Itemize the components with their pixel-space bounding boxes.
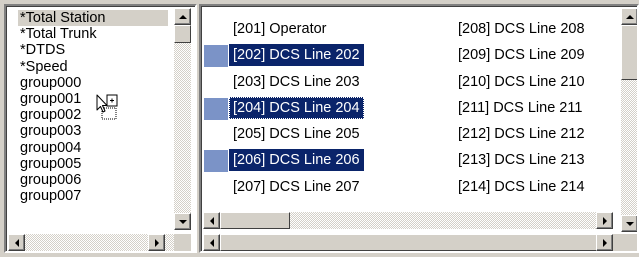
list-item[interactable]: [208] DCS Line 208 bbox=[454, 16, 624, 42]
arrow-up-icon bbox=[625, 14, 634, 19]
arrow-left-icon bbox=[14, 238, 19, 247]
arrow-down-icon bbox=[178, 219, 187, 224]
arrow-up-icon bbox=[178, 14, 187, 19]
list-item[interactable]: [212] DCS Line 212 bbox=[454, 121, 624, 147]
group-list[interactable]: *Total Station *Total Trunk *DTDS *Speed… bbox=[18, 10, 168, 232]
left-horizontal-scrollbar[interactable] bbox=[8, 234, 174, 251]
list-item[interactable]: [206] DCS Line 206 bbox=[204, 147, 399, 173]
scroll-up-button[interactable] bbox=[621, 8, 637, 25]
selection-marker bbox=[204, 97, 228, 120]
list-item[interactable]: group000 bbox=[18, 75, 168, 91]
list-item[interactable]: *Speed bbox=[18, 59, 168, 75]
scroll-left-button[interactable] bbox=[203, 212, 220, 229]
arrow-right-icon bbox=[602, 238, 607, 247]
scrollbar-corner bbox=[613, 234, 637, 251]
list-item[interactable]: [203] DCS Line 203 bbox=[229, 69, 399, 95]
list-column: [201] Operator [202] DCS Line 202 [203] … bbox=[204, 16, 399, 200]
scroll-right-button[interactable] bbox=[148, 234, 165, 251]
list-item[interactable]: group002 bbox=[18, 107, 168, 123]
arrow-right-icon bbox=[154, 238, 159, 247]
list-item[interactable]: [204] DCS Line 204 bbox=[204, 95, 399, 121]
scroll-thumb[interactable] bbox=[220, 234, 600, 251]
scroll-thumb[interactable] bbox=[174, 25, 191, 43]
panel-horizontal-scrollbar[interactable] bbox=[203, 234, 613, 251]
scroll-left-button[interactable] bbox=[203, 234, 220, 251]
list-horizontal-scrollbar[interactable] bbox=[203, 212, 613, 229]
arrow-right-icon bbox=[602, 216, 607, 225]
selection-marker bbox=[204, 150, 228, 173]
right-vertical-scrollbar[interactable] bbox=[621, 8, 637, 232]
list-item[interactable]: [210] DCS Line 210 bbox=[454, 69, 624, 95]
scroll-left-button[interactable] bbox=[8, 234, 25, 251]
arrow-left-icon bbox=[209, 238, 214, 247]
list-item[interactable]: *Total Trunk bbox=[18, 26, 168, 42]
list-item[interactable]: [209] DCS Line 209 bbox=[454, 42, 624, 68]
scrollbar-corner bbox=[174, 234, 191, 251]
scroll-down-button[interactable] bbox=[174, 213, 191, 230]
list-column: [208] DCS Line 208 [209] DCS Line 209 [2… bbox=[454, 16, 624, 200]
scroll-right-button[interactable] bbox=[596, 212, 613, 229]
list-item[interactable]: group004 bbox=[18, 140, 168, 156]
station-list[interactable]: [201] Operator [202] DCS Line 202 [203] … bbox=[201, 6, 621, 231]
scroll-down-button[interactable] bbox=[621, 215, 637, 232]
scroll-thumb[interactable] bbox=[220, 212, 290, 229]
list-item[interactable]: group007 bbox=[18, 188, 168, 204]
arrow-left-icon bbox=[209, 216, 214, 225]
list-item[interactable]: [211] DCS Line 211 bbox=[454, 95, 624, 121]
scroll-up-button[interactable] bbox=[174, 8, 191, 25]
list-item[interactable]: [207] DCS Line 207 bbox=[229, 174, 399, 200]
list-item[interactable]: [213] DCS Line 213 bbox=[454, 147, 624, 173]
drag-copy-cursor-icon bbox=[96, 94, 118, 120]
list-item[interactable]: *DTDS bbox=[18, 42, 168, 58]
list-item[interactable]: *Total Station bbox=[18, 10, 168, 27]
group-list-panel[interactable]: *Total Station *Total Trunk *DTDS *Speed… bbox=[4, 4, 197, 253]
scroll-thumb[interactable] bbox=[621, 25, 637, 80]
list-item[interactable]: [214] DCS Line 214 bbox=[454, 174, 624, 200]
arrow-down-icon bbox=[625, 221, 634, 226]
selection-marker bbox=[204, 45, 228, 68]
list-item[interactable]: group003 bbox=[18, 123, 168, 139]
scroll-right-button[interactable] bbox=[596, 234, 613, 251]
station-list-panel[interactable]: [201] Operator [202] DCS Line 202 [203] … bbox=[199, 4, 639, 253]
list-item[interactable]: [205] DCS Line 205 bbox=[229, 121, 399, 147]
list-item[interactable]: [201] Operator bbox=[229, 16, 399, 42]
list-item[interactable]: group005 bbox=[18, 156, 168, 172]
list-item[interactable]: [202] DCS Line 202 bbox=[204, 42, 399, 68]
left-vertical-scrollbar[interactable] bbox=[174, 8, 191, 230]
list-item[interactable]: group006 bbox=[18, 172, 168, 188]
list-item[interactable]: group001 bbox=[18, 91, 168, 107]
